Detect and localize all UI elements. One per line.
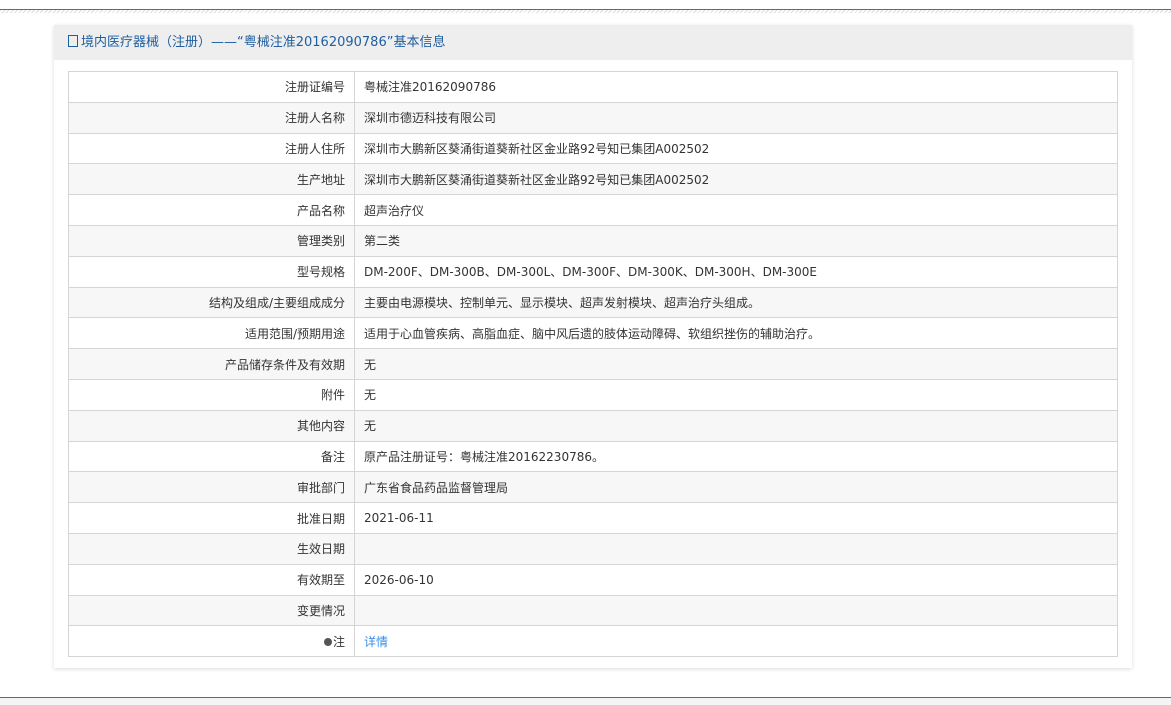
row-label: 产品名称 (68, 194, 355, 226)
table-row: 注册人住所 深圳市大鹏新区葵涌街道葵新社区金业路92号知已集团A002502 (68, 132, 1118, 165)
table-row: 附件无 (68, 378, 1118, 411)
table-row: 备注 原产品注册证号：粤械注准20162230786。 (68, 440, 1118, 473)
row-label: 批准日期 (68, 502, 355, 534)
row-value: 原产品注册证号：粤械注准20162230786。 (354, 440, 1118, 473)
table-row: 其他内容无 (68, 409, 1118, 442)
table-row-note: 注 详情 (68, 625, 1118, 658)
row-value: 深圳市德迈科技有限公司 (354, 101, 1118, 134)
row-label: 有效期至 (68, 563, 355, 596)
row-label: 生产地址 (68, 163, 355, 196)
note-icon (323, 637, 332, 646)
table-row: 型号规格 DM-200F、DM-300B、DM-300L、DM-300F、DM-3… (68, 255, 1118, 288)
row-value: 超声治疗仪 (354, 194, 1118, 226)
card-header: 境内医疗器械（注册）——“粤械注准20162090786”基本信息 (54, 25, 1132, 60)
row-value: 适用于心血管疾病、高脂血症、脑中风后遗的肢体运动障碍、软组织挫伤的辅助治疗。 (354, 317, 1118, 350)
row-label: 适用范围/预期用途 (68, 317, 355, 350)
row-label: 变更情况 (68, 594, 355, 627)
row-label: 注册人住所 (68, 132, 355, 165)
table-row: 生效日期 (68, 532, 1118, 565)
table-row: 有效期至 2026-06-10 (68, 563, 1118, 596)
hatch-divider (0, 10, 1171, 13)
table-row: 适用范围/预期用途 适用于心血管疾病、高脂血症、脑中风后遗的肢体运动障碍、软组织挫… (68, 317, 1118, 350)
details-link[interactable]: 详情 (364, 635, 388, 649)
table-row: 批准日期 2021-06-11 (68, 502, 1118, 534)
row-value: 无 (354, 378, 1118, 411)
row-label: 注册人名称 (68, 101, 355, 134)
row-label: 备注 (68, 440, 355, 473)
row-label: 管理类别 (68, 224, 355, 257)
table-row: 注册人名称 深圳市德迈科技有限公司 (68, 101, 1118, 134)
row-label: 注册证编号 (68, 71, 355, 103)
row-value: 无 (354, 409, 1118, 442)
table-row: 产品名称 超声治疗仪 (68, 194, 1118, 226)
row-label: 其他内容 (68, 409, 355, 442)
row-value: 主要由电源模块、控制单元、显示模块、超声发射模块、超声治疗头组成。 (354, 286, 1118, 319)
top-border (0, 0, 1171, 10)
row-value (354, 594, 1118, 627)
table-row: 注册证编号 粤械注准20162090786 (68, 71, 1118, 103)
table-row: 生产地址 深圳市大鹏新区葵涌街道葵新社区金业路92号知已集团A002502 (68, 163, 1118, 196)
row-label: 型号规格 (68, 255, 355, 288)
row-value: 粤械注准20162090786 (354, 71, 1118, 103)
table-row: 审批部门 广东省食品药品监督管理局 (68, 471, 1118, 504)
row-value: 深圳市大鹏新区葵涌街道葵新社区金业路92号知已集团A002502 (354, 163, 1118, 196)
row-value: 2026-06-10 (354, 563, 1118, 596)
row-label: 产品储存条件及有效期 (68, 348, 355, 380)
table-row: 结构及组成/主要组成成分 主要由电源模块、控制单元、显示模块、超声发射模块、超声治… (68, 286, 1118, 319)
row-value: 2021-06-11 (354, 502, 1118, 534)
row-value: 深圳市大鹏新区葵涌街道葵新社区金业路92号知已集团A002502 (354, 132, 1118, 165)
row-value: DM-200F、DM-300B、DM-300L、DM-300F、DM-300K、… (354, 255, 1118, 288)
info-card: 境内医疗器械（注册）——“粤械注准20162090786”基本信息 注册证编号粤… (54, 25, 1132, 668)
table-row: 产品储存条件及有效期无 (68, 348, 1118, 380)
row-value: 第二类 (354, 224, 1118, 257)
row-value: 无 (354, 348, 1118, 380)
document-icon (68, 35, 78, 47)
info-table: 注册证编号 粤械注准20162090786 注册人名称 深圳市德迈科技有限公司 注册人住… (68, 71, 1118, 658)
note-label: 注 (332, 634, 345, 649)
row-value (354, 532, 1118, 565)
row-label: 生效日期 (68, 532, 355, 565)
table-row: 变更情况 (68, 594, 1118, 627)
row-value: 详情 (354, 625, 1118, 658)
row-label: 结构及组成/主要组成成分 (68, 286, 355, 319)
table-row: 管理类别 第二类 (68, 224, 1118, 257)
row-value: 广东省食品药品监督管理局 (354, 471, 1118, 504)
row-label: 注 (68, 625, 355, 658)
card-title: 境内医疗器械（注册）——“粤械注准20162090786”基本信息 (81, 35, 446, 50)
row-label: 附件 (68, 378, 355, 411)
row-label: 审批部门 (68, 471, 355, 504)
